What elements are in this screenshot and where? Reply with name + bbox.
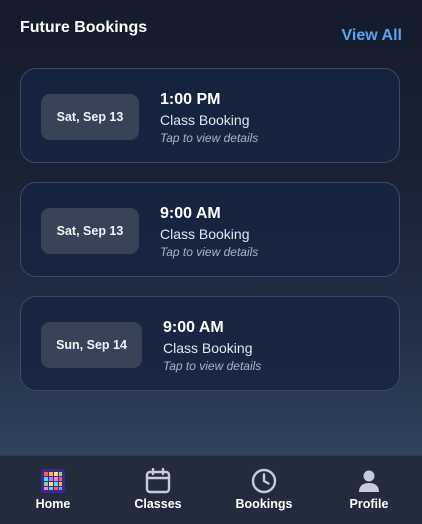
tab-label: Profile [349, 497, 389, 511]
booking-date: Sat, Sep 13 [41, 94, 139, 140]
booking-time: 9:00 AM [160, 205, 221, 222]
home-grid-icon [41, 469, 65, 493]
booking-type: Class Booking [160, 226, 250, 242]
booking-card[interactable]: Sat, Sep 13 1:00 PM Class Booking Tap to… [20, 68, 400, 163]
booking-hint: Tap to view details [160, 131, 259, 145]
tab-classes[interactable]: Classes [118, 468, 198, 524]
section-title: Future Bookings [20, 19, 148, 36]
booking-type: Class Booking [160, 112, 250, 128]
booking-type: Class Booking [163, 340, 253, 356]
clock-icon [251, 468, 277, 494]
booking-info: 9:00 AM Class Booking Tap to view detail… [163, 318, 261, 374]
bottom-tab-bar: Home Classes Bookings Profile [0, 455, 422, 524]
person-icon [359, 470, 379, 492]
booking-time: 9:00 AM [163, 319, 224, 336]
tab-label: Home [35, 497, 71, 511]
booking-info: 1:00 PM Class Booking Tap to view detail… [160, 90, 258, 146]
tab-label: Bookings [235, 497, 293, 511]
booking-hint: Tap to view details [160, 245, 259, 259]
booking-card[interactable]: Sat, Sep 13 9:00 AM Class Booking Tap to… [20, 182, 400, 277]
tab-bookings[interactable]: Bookings [224, 468, 304, 524]
booking-date: Sun, Sep 14 [41, 322, 142, 368]
section-header: Future Bookings View All [20, 14, 402, 50]
tab-label: Classes [134, 497, 182, 511]
tab-home[interactable]: Home [13, 468, 93, 524]
booking-hint: Tap to view details [163, 359, 262, 373]
booking-time: 1:00 PM [160, 91, 221, 108]
calendar-icon [145, 468, 171, 494]
view-all-link[interactable]: View All [342, 27, 402, 45]
booking-date: Sat, Sep 13 [41, 208, 139, 254]
tab-profile[interactable]: Profile [329, 468, 409, 524]
booking-card[interactable]: Sun, Sep 14 9:00 AM Class Booking Tap to… [20, 296, 400, 391]
booking-info: 9:00 AM Class Booking Tap to view detail… [160, 204, 258, 260]
